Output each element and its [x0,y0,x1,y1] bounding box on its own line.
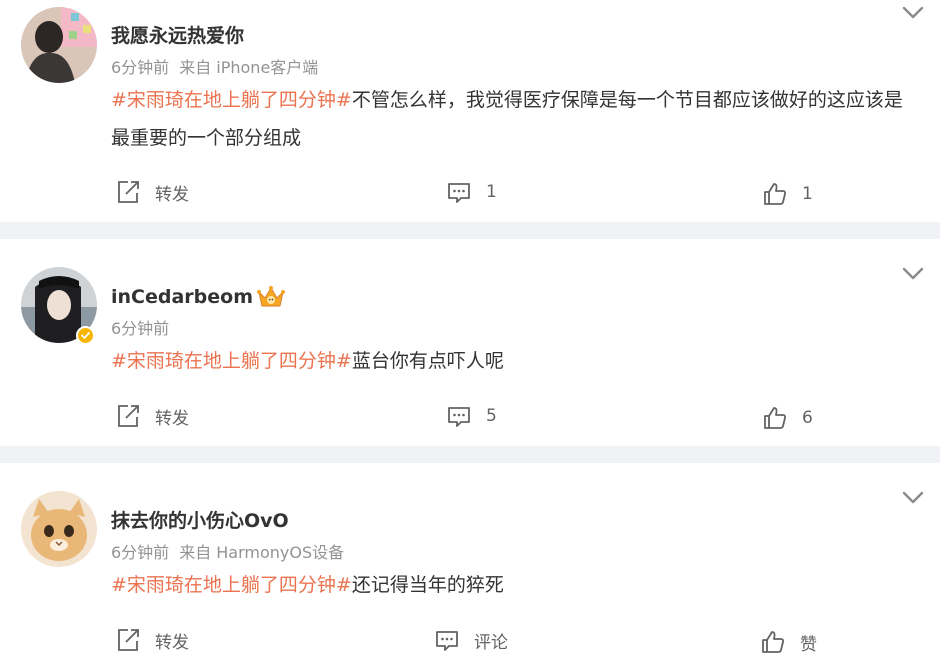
thumbs-up-icon [764,407,786,429]
like-count: 6 [802,408,813,428]
username[interactable]: 抹去你的小伤心OvO [111,509,289,533]
thumbs-up-icon [762,631,784,653]
username[interactable]: inCedarbeom [111,285,253,309]
comment-icon [448,183,470,203]
comment-text: #宋雨琦在地上躺了四分钟#不管怎么样，我觉得医疗保障是每一个节目都应该做好的这应… [111,81,921,157]
comment-text: #宋雨琦在地上躺了四分钟#还记得当年的猝死 [111,566,921,604]
chevron-down-icon[interactable] [902,491,924,505]
comment-label: 评论 [474,632,508,653]
chevron-down-icon[interactable] [902,6,924,20]
repost-label: 转发 [155,632,189,653]
timestamp: 6分钟前 [111,543,170,562]
timestamp: 6分钟前 [111,58,170,77]
comment-card: 我愿永远热爱你 6分钟前 来自 iPhone客户端 #宋雨琦在地上躺了四分钟#不管… [0,0,940,222]
comment-count: 1 [486,182,497,202]
comment-button[interactable]: 1 [446,178,497,206]
comment-icon [436,631,458,651]
avatar[interactable] [21,7,97,83]
topic-link[interactable]: #宋雨琦在地上躺了四分钟# [111,350,352,372]
crown-icon[interactable] [256,284,286,310]
chevron-down-icon[interactable] [902,267,924,281]
repost-button[interactable]: 转发 [115,626,189,654]
like-count: 1 [802,184,813,204]
comment-meta: 6分钟前 来自 iPhone客户端 [111,58,318,78]
repost-label: 转发 [155,408,189,429]
avatar[interactable] [21,491,97,567]
comment-card: 抹去你的小伤心OvO 6分钟前 来自 HarmonyOS设备 #宋雨琦在地上躺了四… [0,463,940,670]
username[interactable]: 我愿永远热爱你 [111,24,244,48]
like-label: 赞 [800,634,817,655]
repost-button[interactable]: 转发 [115,402,189,430]
like-button[interactable]: 6 [762,404,813,432]
timestamp: 6分钟前 [111,319,170,338]
like-button[interactable]: 1 [762,180,813,208]
repost-button[interactable]: 转发 [115,178,189,206]
comment-meta: 6分钟前 [111,319,169,339]
divider [0,222,940,239]
topic-link[interactable]: #宋雨琦在地上躺了四分钟# [111,574,352,596]
comment-text: #宋雨琦在地上躺了四分钟#蓝台你有点吓人呢 [111,342,921,380]
comment-button[interactable]: 5 [446,402,497,430]
comment-count: 5 [486,406,497,426]
repost-icon [118,181,139,203]
comment-icon [448,407,470,427]
verified-badge-icon [76,326,95,345]
thumbs-up-icon [764,183,786,205]
comment-body: 蓝台你有点吓人呢 [351,350,504,372]
source-device: 来自 HarmonyOS设备 [179,543,345,562]
source-device: 来自 iPhone客户端 [179,58,319,77]
comment-card: inCedarbeom 6分钟前 #宋雨琦在地上躺了四分钟#蓝台你有点吓人呢 转… [0,239,940,446]
repost-label: 转发 [155,184,189,205]
comment-body: 还记得当年的猝死 [351,574,504,596]
topic-link[interactable]: #宋雨琦在地上躺了四分钟# [111,89,352,111]
like-button[interactable]: 赞 [760,628,817,656]
divider [0,446,940,463]
repost-icon [118,629,139,651]
repost-icon [118,405,139,427]
comment-button[interactable]: 评论 [434,626,508,654]
comment-meta: 6分钟前 来自 HarmonyOS设备 [111,543,344,563]
